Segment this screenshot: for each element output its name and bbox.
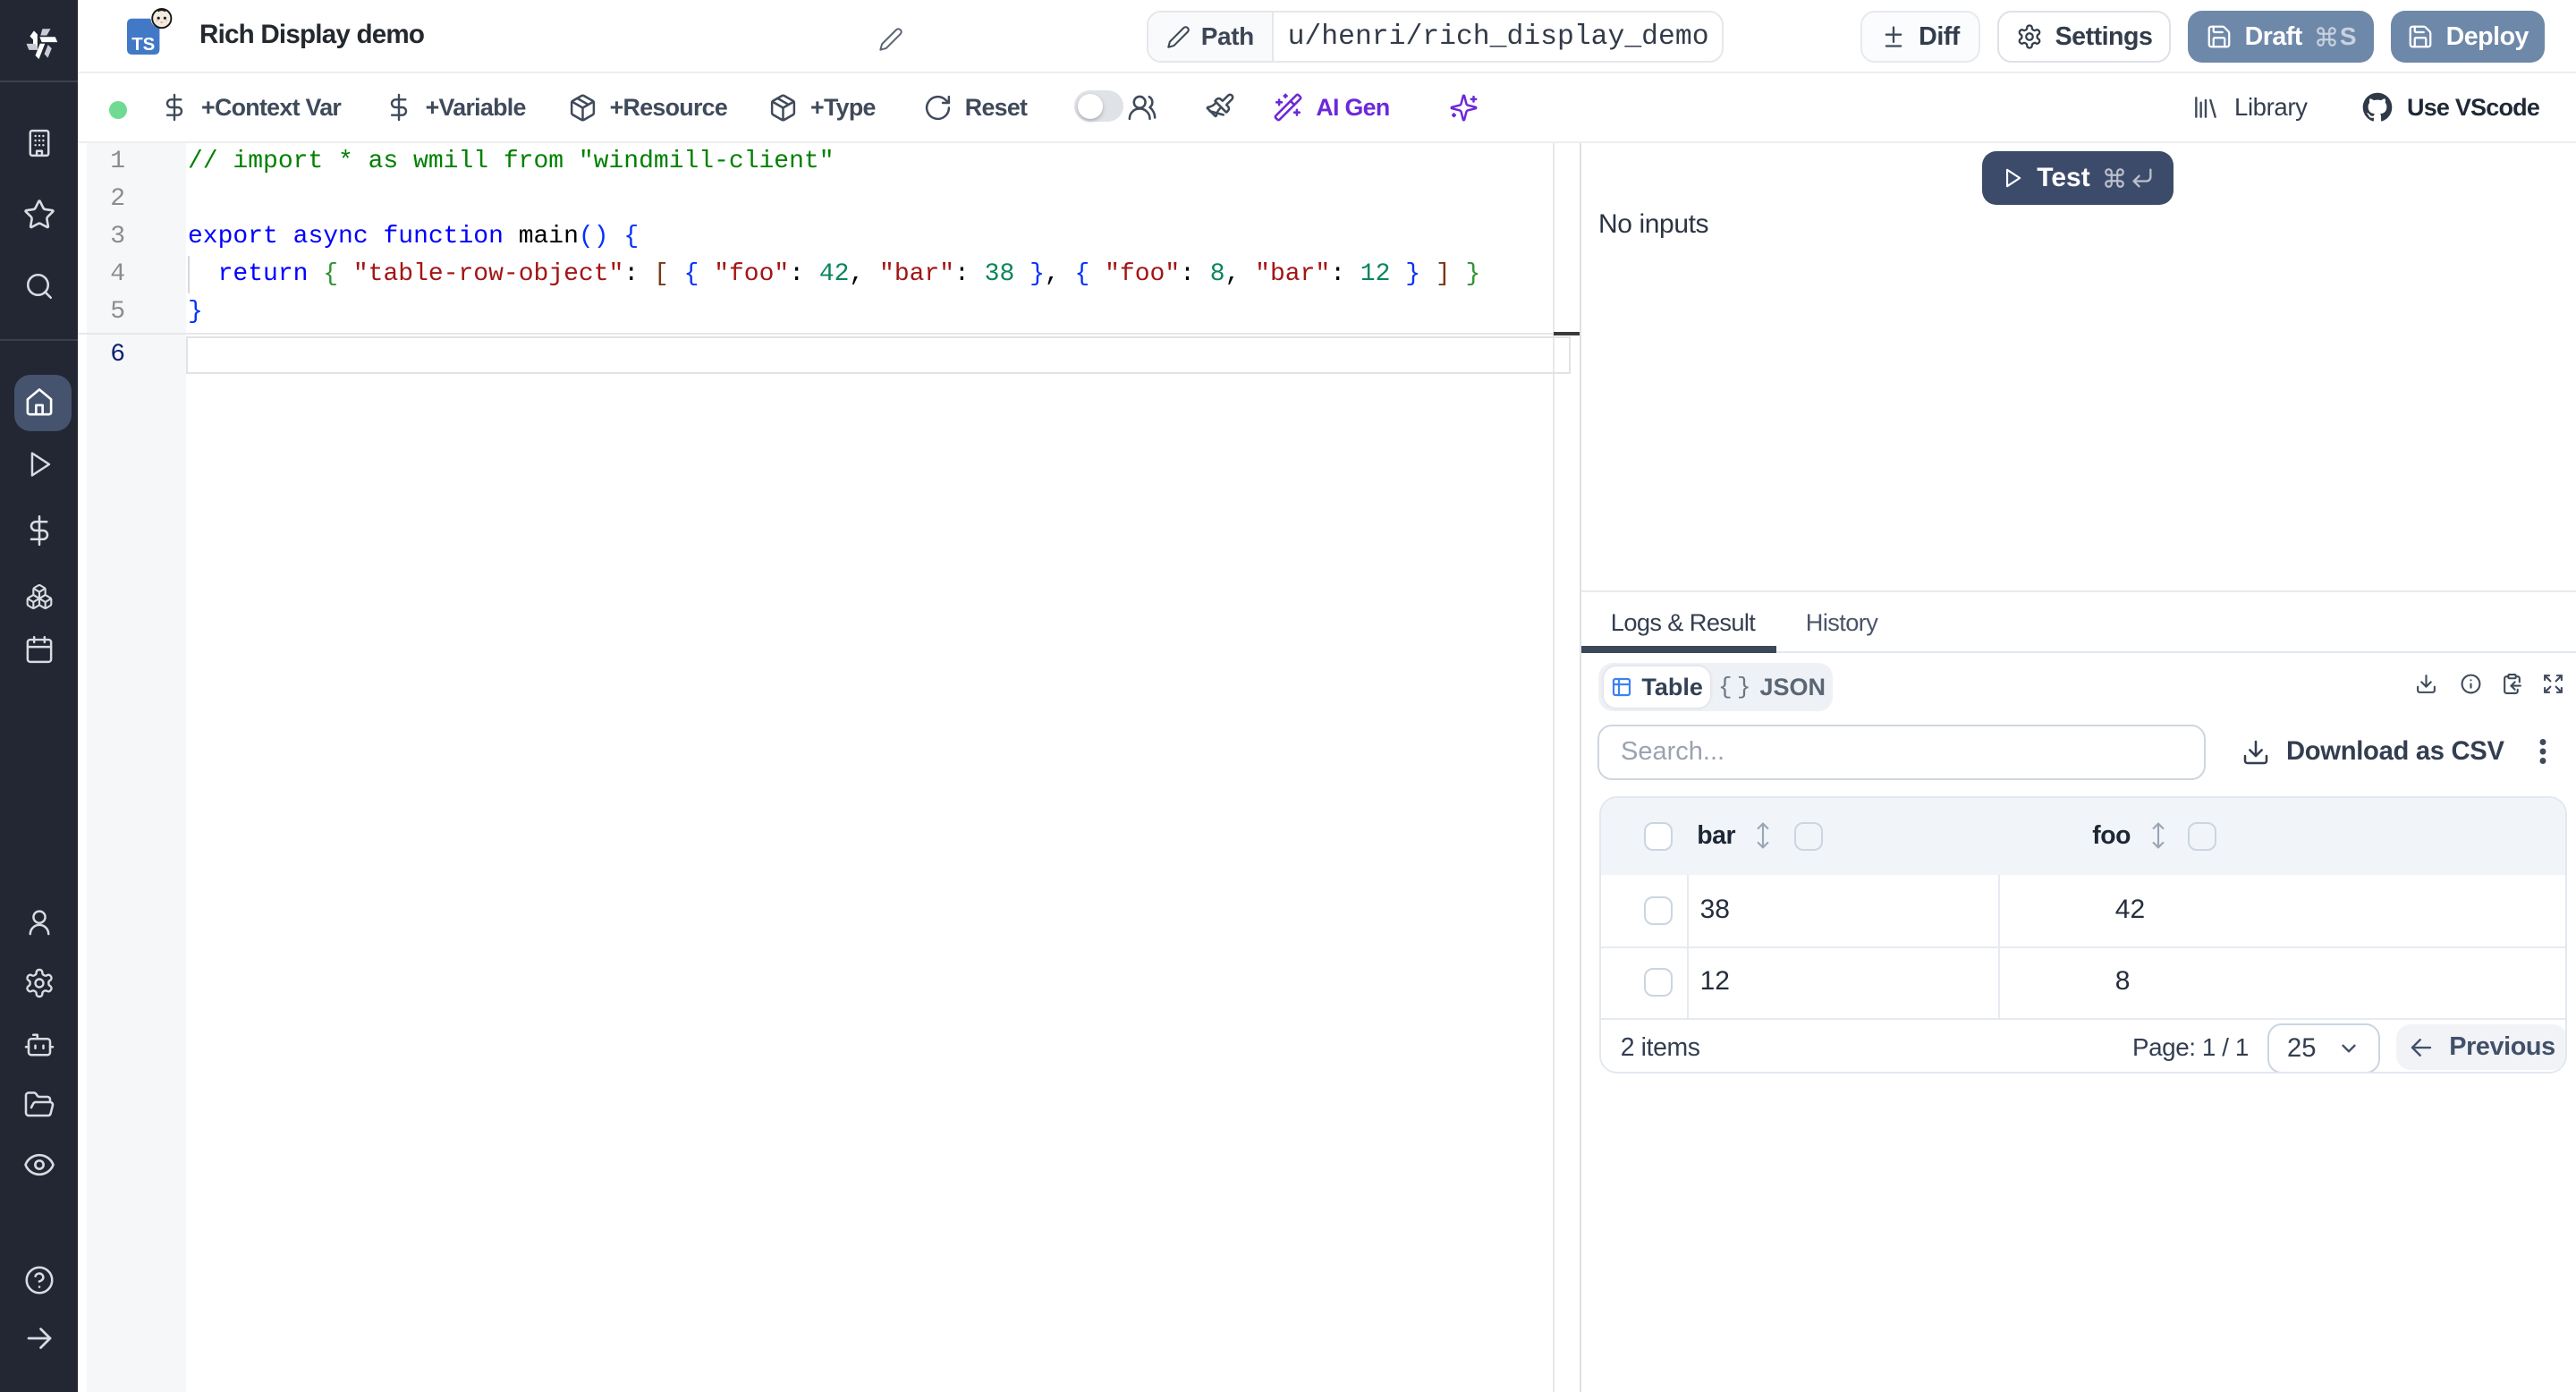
svg-text:TS: TS [131, 35, 155, 55]
